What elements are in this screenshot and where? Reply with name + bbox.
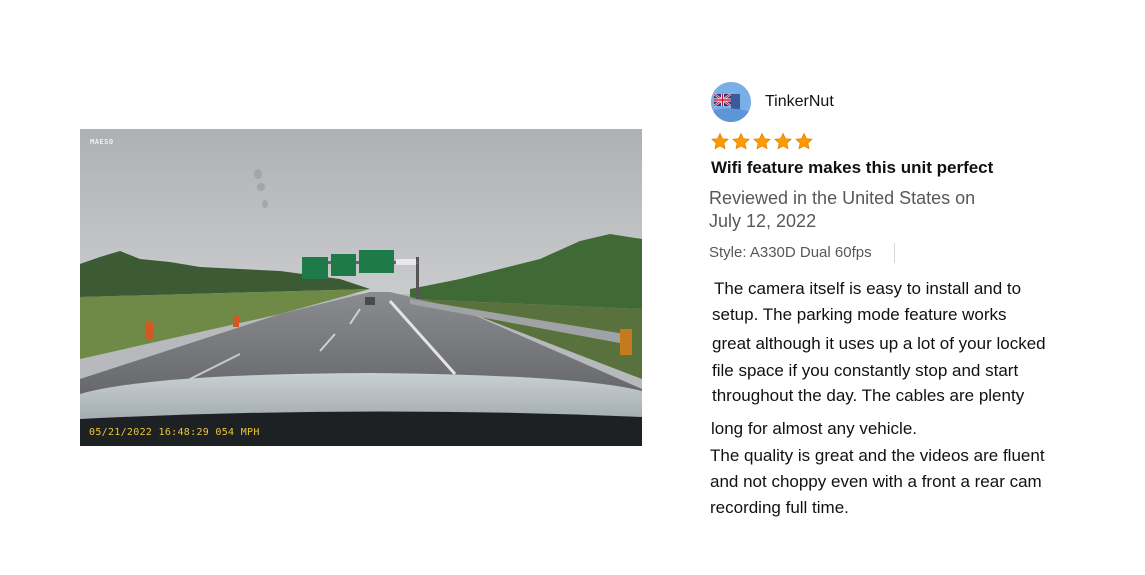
review-body-line: long for almost any vehicle. <box>711 419 917 438</box>
star-icon <box>753 132 771 150</box>
camera-brand-watermark: MAESO <box>90 138 114 146</box>
star-icon <box>795 132 813 150</box>
review-title[interactable]: Wifi feature makes this unit perfect <box>711 158 993 178</box>
review-meta-line: Reviewed in the United States on <box>709 188 976 208</box>
review-meta-line: July 12, 2022 <box>709 211 817 231</box>
star-icon <box>711 132 729 150</box>
highway-sign <box>359 250 394 273</box>
review-body-line: The camera itself is easy to install and… <box>714 279 1022 298</box>
style-separator <box>894 243 895 263</box>
highway-sign <box>302 257 328 279</box>
flag-avatar-icon[interactable] <box>711 82 751 122</box>
traffic-cone <box>145 322 153 340</box>
review-body-line: The quality is great and the videos are … <box>710 446 1045 465</box>
distant-car <box>365 297 375 305</box>
star-icon <box>732 132 750 150</box>
star-rating <box>710 132 814 151</box>
product-style[interactable]: Style: A330D Dual 60fps <box>709 244 872 261</box>
dashcam-photo: MAESO 05/21/2022 16:48:29 054 MPH <box>80 129 642 446</box>
review-body-line: setup. The parking mode feature works <box>712 305 1007 324</box>
review-body-line: great although it uses up a lot of your … <box>712 334 1046 353</box>
camera-timestamp-overlay: 05/21/2022 16:48:29 054 MPH <box>89 427 260 438</box>
reviewer-name[interactable]: TinkerNut <box>765 93 834 111</box>
review-body-line: file space if you constantly stop and st… <box>712 361 1019 380</box>
review-body-line: throughout the day. The cables are plent… <box>712 386 1025 405</box>
review-date: Reviewed in the United States on July 12… <box>709 187 1029 233</box>
dashcam-scene <box>80 129 642 446</box>
review-body-line: and not choppy even with a front a rear … <box>710 472 1042 491</box>
highway-sign <box>331 254 356 276</box>
star-icon <box>774 132 792 150</box>
review-body-line: recording full time. <box>710 498 849 517</box>
traffic-cone <box>233 315 239 327</box>
